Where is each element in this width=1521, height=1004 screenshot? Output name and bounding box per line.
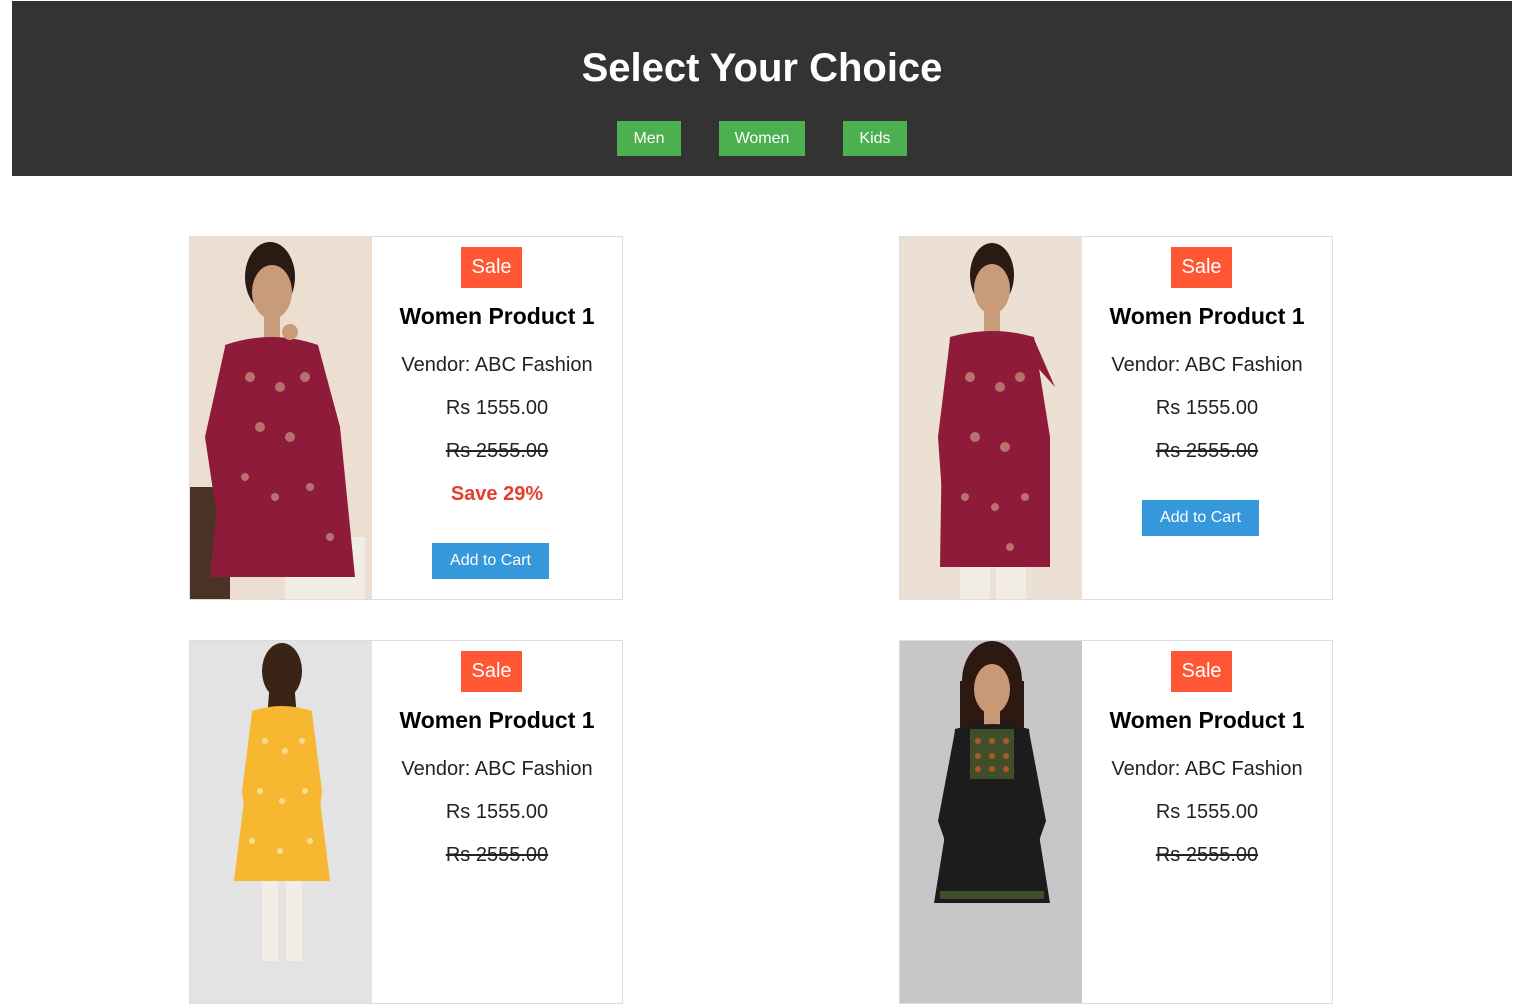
product-image[interactable]: [900, 237, 1082, 599]
product-image[interactable]: [900, 641, 1082, 1003]
product-card: Sale Women Product 1 Vendor: ABC Fashion…: [189, 640, 623, 1004]
product-price: Rs 1555.00: [1155, 397, 1259, 419]
product-name[interactable]: Women Product 1: [1082, 707, 1332, 734]
product-card: Sale Women Product 1 Vendor: ABC Fashion…: [899, 640, 1333, 1004]
product-price: Rs 1555.00: [445, 397, 549, 419]
product-vendor: Vendor: ABC Fashion: [1111, 354, 1303, 376]
product-card: Sale Women Product 1 Vendor: ABC Fashion…: [899, 236, 1333, 600]
product-info: Sale Women Product 1 Vendor: ABC Fashion…: [1082, 237, 1332, 599]
product-image[interactable]: [190, 641, 372, 1003]
nav-men-button[interactable]: Men: [617, 121, 681, 156]
page-header: Select Your Choice Men Women Kids: [12, 1, 1512, 176]
product-image[interactable]: [190, 237, 372, 599]
product-name[interactable]: Women Product 1: [1082, 303, 1332, 330]
sale-badge: Sale: [461, 651, 522, 692]
product-info: Sale Women Product 1 Vendor: ABC Fashion…: [1082, 641, 1332, 1003]
sale-badge: Sale: [1171, 651, 1232, 692]
nav-women-button[interactable]: Women: [718, 121, 806, 156]
nav-kids-button[interactable]: Kids: [843, 121, 907, 156]
product-info: Sale Women Product 1 Vendor: ABC Fashion…: [372, 641, 622, 1003]
product-info: Sale Women Product 1 Vendor: ABC Fashion…: [372, 237, 622, 599]
product-name[interactable]: Women Product 1: [372, 707, 622, 734]
product-vendor: Vendor: ABC Fashion: [1111, 758, 1303, 780]
product-savings: Save 29%: [450, 483, 544, 505]
product-price: Rs 1555.00: [1155, 801, 1259, 823]
add-to-cart-button[interactable]: Add to Cart: [1142, 500, 1259, 536]
product-price: Rs 1555.00: [445, 801, 549, 823]
product-vendor: Vendor: ABC Fashion: [401, 354, 593, 376]
product-old-price: Rs 2555.00: [445, 440, 549, 462]
product-name[interactable]: Women Product 1: [372, 303, 622, 330]
page-title: Select Your Choice: [581, 46, 943, 90]
category-nav: Men Women Kids: [12, 121, 1512, 156]
product-card: Sale Women Product 1 Vendor: ABC Fashion…: [189, 236, 623, 600]
sale-badge: Sale: [1171, 247, 1232, 288]
product-old-price: Rs 2555.00: [445, 844, 549, 866]
product-old-price: Rs 2555.00: [1155, 440, 1259, 462]
product-vendor: Vendor: ABC Fashion: [401, 758, 593, 780]
product-old-price: Rs 2555.00: [1155, 844, 1259, 866]
sale-badge: Sale: [461, 247, 522, 288]
add-to-cart-button[interactable]: Add to Cart: [432, 543, 549, 579]
